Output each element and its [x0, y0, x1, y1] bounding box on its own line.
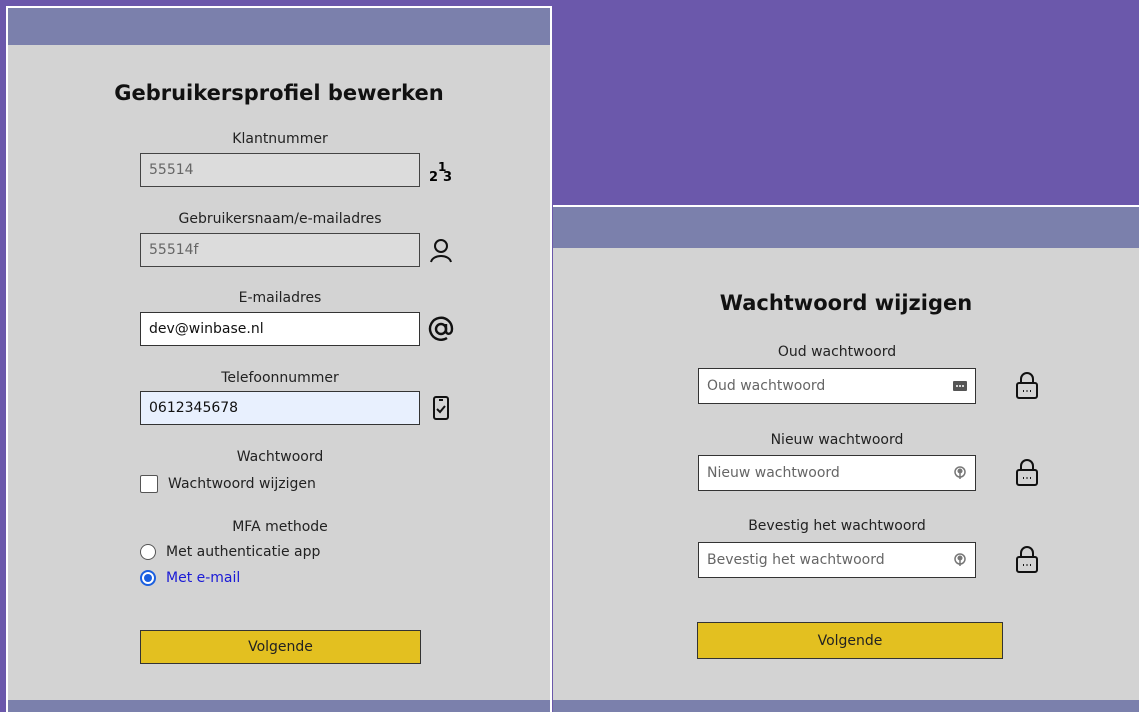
mfa-option-auth-app-label: Met authenticatie app: [166, 544, 321, 560]
lock-icon: [1014, 545, 1040, 573]
svg-text:2: 2: [429, 170, 438, 185]
checkbox-box[interactable]: [140, 475, 158, 493]
phone-field[interactable]: [140, 391, 420, 425]
change-password-checkbox-label: Wachtwoord wijzigen: [168, 476, 316, 492]
customer-number-field[interactable]: [140, 153, 420, 187]
user-icon: [428, 236, 454, 264]
header-bar: [8, 8, 550, 45]
password-next-button[interactable]: Volgende: [697, 622, 1003, 659]
radio-auth-app[interactable]: [140, 544, 156, 560]
profile-edit-panel: Gebruikersprofiel bewerken Klantnummer 2…: [6, 6, 552, 712]
confirm-password-field[interactable]: [698, 542, 976, 578]
lock-icon: [1014, 371, 1040, 399]
password-change-panel: Wachtwoord wijzigen Oud wachtwoord Nieuw…: [553, 205, 1139, 712]
username-field[interactable]: [140, 233, 420, 267]
old-password-label: Oud wachtwoord: [777, 344, 897, 360]
at-sign-icon: [428, 315, 454, 343]
confirm-password-label: Bevestig het wachtwoord: [748, 518, 926, 534]
mfa-option-auth-app[interactable]: Met authenticatie app: [140, 544, 320, 560]
password-form-title: Wachtwoord wijzigen: [719, 291, 973, 315]
email-label: E-mailadres: [238, 290, 322, 306]
new-password-label: Nieuw wachtwoord: [770, 432, 904, 448]
password-key-icon[interactable]: [953, 553, 967, 567]
radio-email[interactable]: [140, 570, 156, 586]
phone-check-icon: [428, 394, 454, 422]
new-password-field[interactable]: [698, 455, 976, 491]
change-password-checkbox[interactable]: Wachtwoord wijzigen: [140, 475, 316, 493]
mfa-label: MFA methode: [232, 519, 328, 535]
mfa-option-email[interactable]: Met e-mail: [140, 570, 240, 586]
email-field[interactable]: [140, 312, 420, 346]
footer-bar: [8, 700, 550, 712]
username-label: Gebruikersnaam/e-mailadres: [178, 211, 382, 227]
numbers-icon: 213: [428, 158, 454, 186]
password-manager-icon[interactable]: [953, 379, 967, 393]
profile-next-button[interactable]: Volgende: [140, 630, 421, 664]
phone-label: Telefoonnummer: [221, 370, 339, 386]
profile-form-title: Gebruikersprofiel bewerken: [114, 81, 444, 105]
header-bar: [553, 207, 1139, 248]
mfa-option-email-label: Met e-mail: [166, 570, 241, 586]
confirm-password-wrapper: [698, 542, 976, 578]
password-key-icon[interactable]: [953, 466, 967, 480]
old-password-field[interactable]: [698, 368, 976, 404]
password-label: Wachtwoord: [236, 449, 324, 465]
new-password-wrapper: [698, 455, 976, 491]
customer-number-label: Klantnummer: [232, 131, 328, 147]
footer-bar: [553, 700, 1139, 712]
svg-text:3: 3: [443, 170, 452, 185]
old-password-wrapper: [698, 368, 976, 404]
lock-icon: [1014, 458, 1040, 486]
